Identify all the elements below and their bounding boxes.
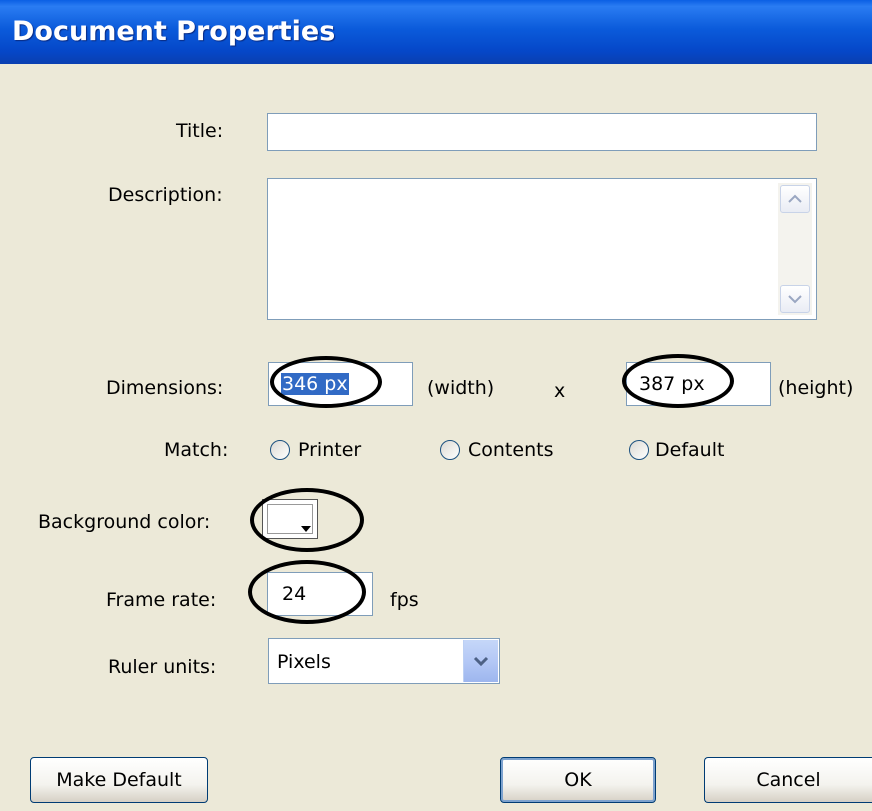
frame-rate-unit: fps (390, 589, 419, 611)
match-contents-label[interactable]: Contents (468, 439, 553, 461)
title-label: Title: (176, 120, 224, 142)
ruler-units-value: Pixels (277, 651, 331, 673)
background-color-picker[interactable] (262, 499, 318, 539)
description-label: Description: (108, 184, 223, 206)
frame-rate-value: 24 (282, 583, 307, 605)
dialog-title: Document Properties (12, 16, 336, 47)
width-unit-label: (width) (427, 377, 495, 399)
ruler-units-label: Ruler units: (108, 656, 217, 678)
ok-button[interactable]: OK (500, 757, 656, 803)
match-default-radio[interactable] (629, 440, 649, 460)
width-input[interactable]: 346 px (268, 362, 413, 406)
match-label: Match: (164, 439, 229, 461)
chevron-up-icon (788, 194, 802, 203)
scroll-up-button[interactable] (780, 185, 810, 213)
cancel-button[interactable]: Cancel (704, 757, 872, 803)
scroll-down-button[interactable] (780, 285, 810, 313)
title-bar: Document Properties (0, 0, 872, 64)
dropdown-arrow-icon (301, 526, 311, 532)
background-color-label: Background color: (38, 511, 211, 533)
ruler-units-dropdown-button[interactable] (463, 640, 498, 682)
match-printer-radio[interactable] (270, 440, 290, 460)
width-value: 346 px (281, 373, 349, 395)
make-default-button[interactable]: Make Default (30, 757, 208, 803)
ruler-units-select[interactable]: Pixels (268, 638, 500, 684)
description-textarea[interactable] (267, 178, 817, 320)
title-input[interactable] (267, 113, 817, 151)
frame-rate-label: Frame rate: (106, 589, 217, 611)
match-contents-radio[interactable] (440, 440, 460, 460)
description-scrollbar[interactable] (778, 183, 812, 315)
height-input[interactable]: 387 px (626, 362, 771, 406)
height-value: 387 px (639, 373, 705, 395)
match-printer-label[interactable]: Printer (298, 439, 361, 461)
times-label: x (554, 380, 566, 402)
chevron-down-icon (788, 295, 802, 304)
height-unit-label: (height) (778, 377, 854, 399)
match-default-label[interactable]: Default (655, 439, 724, 461)
chevron-down-icon (473, 656, 489, 667)
dimensions-label: Dimensions: (106, 377, 224, 399)
frame-rate-input[interactable]: 24 (267, 572, 373, 616)
